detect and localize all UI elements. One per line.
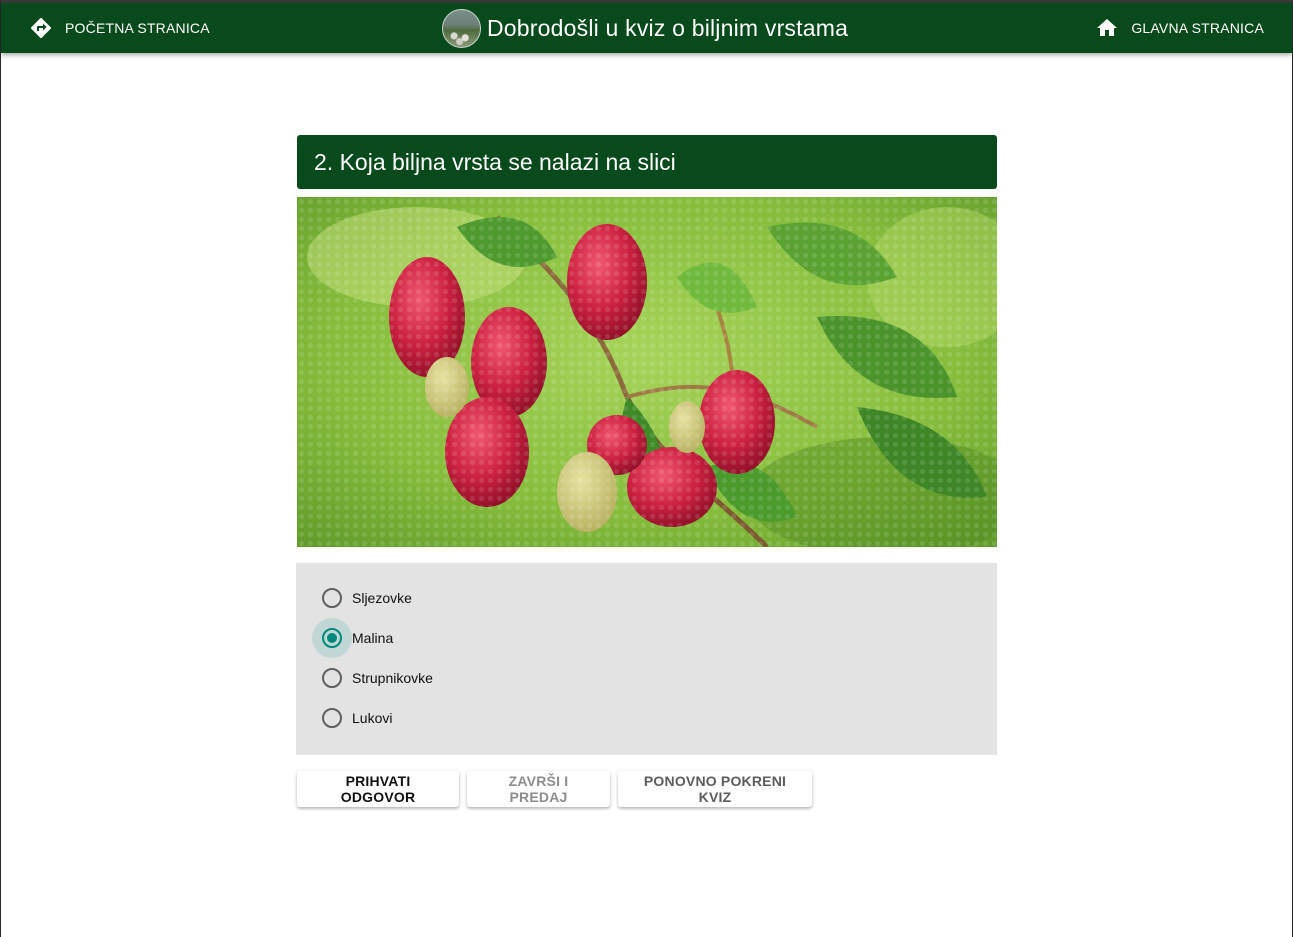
accept-answer-button[interactable]: PRIHVATI ODGOVOR bbox=[297, 771, 459, 807]
quiz-logo bbox=[442, 8, 481, 48]
answer-options-panel: Sljezovke Malina Strupnikovke Lukovi bbox=[296, 563, 997, 755]
top-navigation-bar: POČETNA STRANICA Dobrodošli u kviz o bil… bbox=[1, 3, 1292, 53]
option-label: Malina bbox=[352, 630, 394, 646]
option-label: Sljezovke bbox=[352, 590, 412, 606]
option-label: Lukovi bbox=[352, 710, 393, 726]
plant-image bbox=[297, 197, 997, 547]
radio-button[interactable] bbox=[312, 658, 352, 698]
home-start-nav-link[interactable]: POČETNA STRANICA bbox=[29, 3, 210, 53]
app-window: POČETNA STRANICA Dobrodošli u kviz o bil… bbox=[0, 0, 1293, 937]
question-title: 2. Koja biljna vrsta se nalazi na slici bbox=[297, 135, 997, 189]
option-label: Strupnikovke bbox=[352, 670, 433, 686]
radio-button[interactable] bbox=[312, 578, 352, 618]
radio-button[interactable] bbox=[312, 698, 352, 738]
header-title-group: Dobrodošli u kviz o biljnim vrstama bbox=[442, 3, 848, 53]
directions-icon bbox=[29, 16, 53, 40]
start-page-label: POČETNA STRANICA bbox=[65, 20, 210, 36]
option-lukovi[interactable]: Lukovi bbox=[312, 698, 392, 738]
finish-submit-button[interactable]: ZAVRŠI I PREDAJ bbox=[467, 771, 610, 807]
page-title: Dobrodošli u kviz o biljnim vrstama bbox=[487, 14, 849, 41]
option-strupnikovke[interactable]: Strupnikovke bbox=[312, 658, 433, 698]
main-page-label: GLAVNA STRANICA bbox=[1131, 20, 1264, 36]
radio-button-selected[interactable] bbox=[312, 618, 352, 658]
main-page-nav-link[interactable]: GLAVNA STRANICA bbox=[1095, 3, 1264, 53]
restart-quiz-button[interactable]: PONOVNO POKRENI KVIZ bbox=[618, 771, 812, 807]
home-icon bbox=[1095, 16, 1119, 40]
option-malina[interactable]: Malina bbox=[312, 618, 393, 658]
option-sljezovke[interactable]: Sljezovke bbox=[312, 578, 412, 618]
